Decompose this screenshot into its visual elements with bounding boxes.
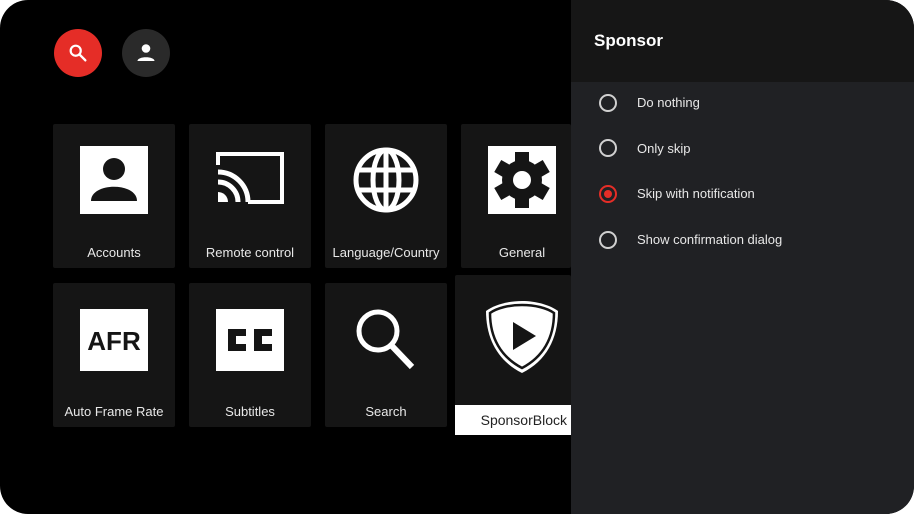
- tile-label: General: [498, 245, 546, 260]
- option-label: Only skip: [637, 140, 691, 156]
- tile-label: SponsorBlock: [455, 405, 571, 435]
- option-only-skip[interactable]: Only skip: [571, 126, 914, 172]
- radio-checked-icon[interactable]: [599, 184, 617, 203]
- sponsor-options-panel: Sponsor Do nothing Only skip Skip with n…: [571, 0, 914, 514]
- radio-unchecked-icon[interactable]: [599, 93, 617, 112]
- settings-gear-icon: [488, 146, 556, 214]
- tile-label: Subtitles: [225, 404, 275, 419]
- tile-label: Accounts: [87, 245, 141, 260]
- globe-icon: [352, 146, 420, 214]
- tile-search[interactable]: Search: [325, 283, 447, 427]
- search-icon: [69, 44, 87, 62]
- account-button[interactable]: [122, 29, 170, 77]
- tile-language-country[interactable]: Language/Country: [325, 124, 447, 268]
- tile-label: Language/Country: [332, 245, 440, 260]
- app-screen: Accounts Remote control Language/Country: [0, 0, 914, 514]
- afr-icon: AFR: [80, 309, 148, 371]
- panel-title: Sponsor: [571, 0, 914, 82]
- sponsorblock-shield-icon: [484, 299, 560, 375]
- option-skip-with-notification[interactable]: Skip with notification: [571, 171, 914, 217]
- account-box-icon: [80, 146, 148, 214]
- option-label: Do nothing: [637, 95, 700, 111]
- closed-caption-icon: [216, 309, 284, 371]
- radio-group: Do nothing Only skip Skip with notificat…: [571, 80, 914, 262]
- tile-subtitles[interactable]: Subtitles: [189, 283, 311, 427]
- svg-text:AFR: AFR: [87, 326, 141, 356]
- radio-unchecked-icon[interactable]: [599, 230, 617, 249]
- tile-remote-control[interactable]: Remote control: [189, 124, 311, 268]
- option-label: Show confirmation dialog: [637, 232, 783, 248]
- radio-unchecked-icon[interactable]: [599, 139, 617, 158]
- option-show-confirmation-dialog[interactable]: Show confirmation dialog: [571, 217, 914, 263]
- search-icon: [352, 305, 420, 373]
- option-label: Skip with notification: [637, 186, 755, 202]
- tile-label: Remote control: [205, 245, 295, 260]
- search-button[interactable]: [54, 29, 102, 77]
- tile-general[interactable]: General: [461, 124, 571, 268]
- tile-label: Auto Frame Rate: [64, 404, 164, 419]
- person-icon: [137, 44, 155, 61]
- tile-auto-frame-rate[interactable]: AFR Auto Frame Rate: [53, 283, 175, 427]
- tile-sponsorblock[interactable]: SponsorBlock: [455, 275, 571, 435]
- cast-icon: [216, 146, 284, 214]
- tile-label: Search: [365, 404, 407, 419]
- tile-accounts[interactable]: Accounts: [53, 124, 175, 268]
- option-do-nothing[interactable]: Do nothing: [571, 80, 914, 126]
